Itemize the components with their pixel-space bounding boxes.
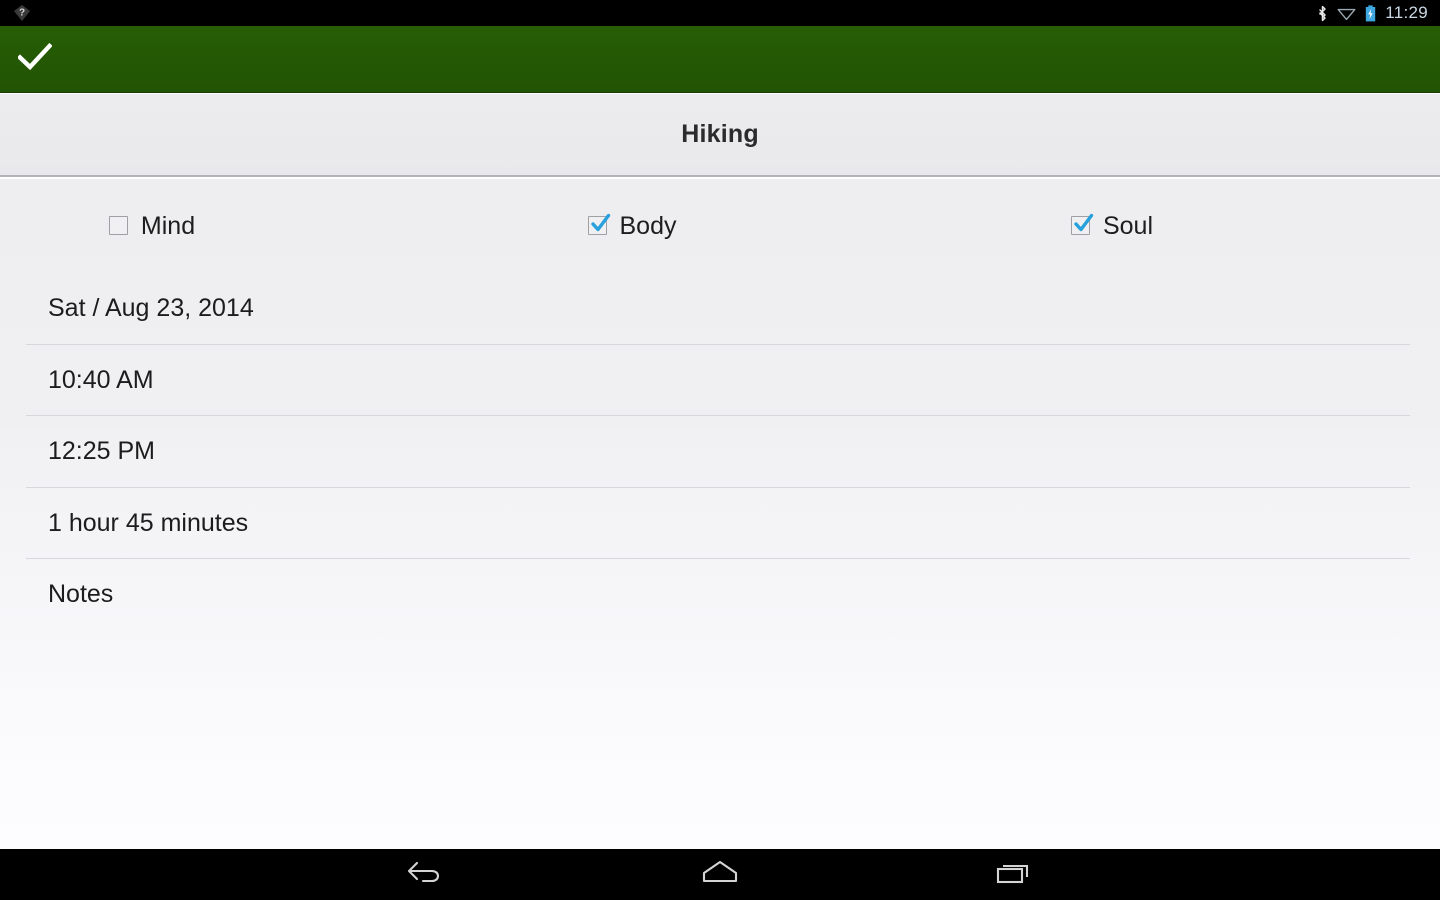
status-bar-notifications[interactable]: ? [12,3,32,23]
navigation-bar [0,849,1440,900]
home-icon [697,857,743,892]
list-item-duration[interactable]: 1 hour 45 minutes [0,488,1440,560]
status-bar: ? 11:29 [0,0,1440,26]
list-item-value: 12:25 PM [48,437,156,466]
nav-back-button[interactable] [386,849,466,900]
checkbox-body-box[interactable] [587,213,610,237]
svg-text:?: ? [19,8,25,19]
list-item-value: Sat / Aug 23, 2014 [48,294,254,323]
back-icon [403,857,449,892]
checkbox-mind-box[interactable] [108,215,130,237]
content-area: Mind Body Soul Sat / Aug 23, 2014 10:40 … [0,179,1440,851]
nav-home-button[interactable] [680,849,760,900]
checkmark-icon [16,42,53,76]
page-title: Hiking [681,120,759,148]
question-mark-notification-icon: ? [12,3,32,23]
nav-recents-button[interactable] [974,849,1054,900]
checkmark-icon [1072,212,1094,239]
android-screen: ? 11:29 Hiking Mind Body Soul Sat / Aug … [0,0,1440,900]
wifi-icon [1337,6,1356,21]
list-item-value: Notes [48,580,114,609]
recents-icon [991,857,1037,892]
battery-charging-icon [1365,4,1376,22]
checkbox-soul-box[interactable] [1070,213,1094,237]
list-item-value: 10:40 AM [48,365,154,394]
action-bar [0,26,1440,93]
checkmark-icon [589,212,611,239]
done-button[interactable] [6,26,64,92]
status-bar-clock: 11:29 [1385,3,1428,22]
checkbox-item-mind[interactable]: Mind [0,211,480,240]
list-item-notes[interactable]: Notes [0,559,1440,631]
activity-details-list: Sat / Aug 23, 2014 10:40 AM 12:25 PM 1 h… [0,273,1440,631]
status-bar-system-icons[interactable]: 11:29 [1317,4,1428,22]
bluetooth-icon [1317,5,1328,22]
checkbox-item-body[interactable]: Body [480,211,960,240]
category-checkbox-row: Mind Body Soul [0,179,1440,273]
checkbox-label-soul: Soul [1102,211,1154,240]
checkbox-label-mind: Mind [140,211,196,240]
checkbox-item-soul[interactable]: Soul [960,211,1440,240]
checkbox-label-body: Body [619,211,677,240]
list-item-start-time[interactable]: 10:40 AM [0,345,1440,417]
list-item-end-time[interactable]: 12:25 PM [0,416,1440,488]
list-item-date[interactable]: Sat / Aug 23, 2014 [0,273,1440,345]
list-item-value: 1 hour 45 minutes [48,508,249,537]
title-bar: Hiking [0,94,1440,177]
